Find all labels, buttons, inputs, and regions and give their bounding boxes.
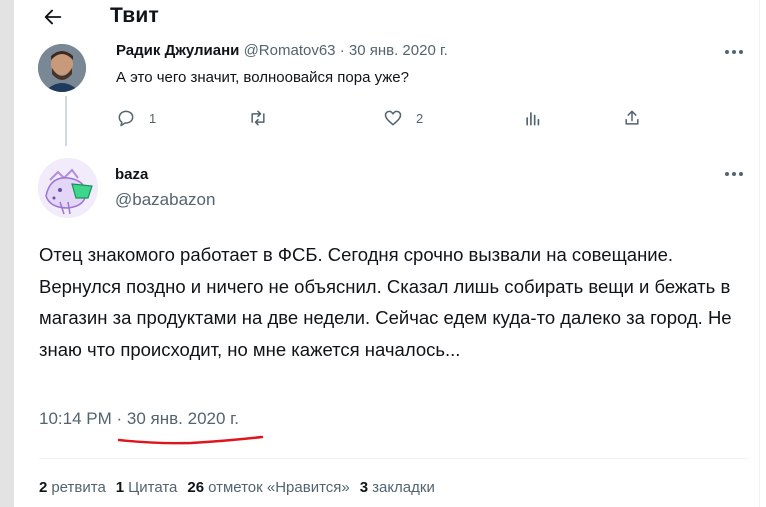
parent-tweet-date[interactable]: 30 янв. 2020 г. bbox=[349, 42, 448, 59]
like-count: 2 bbox=[416, 110, 424, 126]
bar-chart-icon bbox=[526, 112, 540, 126]
retweet-button[interactable] bbox=[248, 106, 281, 130]
stat-count: 2 bbox=[39, 479, 48, 496]
main-tweet-text: Отец знакомого работает в ФСБ. Сегодня с… bbox=[39, 244, 732, 360]
stat-label: отметок «Нравится» bbox=[208, 479, 350, 496]
page-header: Твит bbox=[14, 0, 759, 40]
red-underline-annotation bbox=[117, 435, 264, 445]
stat-bookmarks[interactable]: 3 закладки bbox=[360, 479, 435, 496]
stat-label: ретвита bbox=[51, 479, 106, 496]
views-button[interactable] bbox=[523, 106, 556, 130]
retweet-icon bbox=[251, 110, 265, 126]
tweet-time[interactable]: 10:14 PM bbox=[39, 409, 112, 428]
stat-label: Цитата bbox=[128, 479, 178, 496]
like-button[interactable]: 2 bbox=[383, 106, 423, 130]
tweet-date[interactable]: 30 янв. 2020 г. bbox=[127, 409, 239, 428]
stat-count: 26 bbox=[187, 479, 205, 496]
reply-button[interactable]: 1 bbox=[116, 106, 156, 130]
column-border bbox=[759, 0, 760, 507]
stats-divider bbox=[39, 458, 748, 459]
heart-icon bbox=[384, 110, 402, 126]
stat-retweets[interactable]: 2 ретвита bbox=[39, 479, 106, 496]
stat-count: 1 bbox=[115, 479, 125, 496]
parent-avatar[interactable] bbox=[38, 44, 86, 92]
stat-count: 3 bbox=[359, 479, 369, 496]
more-dots-icon bbox=[725, 50, 743, 54]
parent-more-button[interactable] bbox=[722, 42, 746, 62]
meta-separator: · bbox=[116, 409, 123, 428]
main-avatar[interactable] bbox=[38, 158, 98, 218]
left-rail bbox=[0, 0, 14, 507]
thread-connector-line bbox=[65, 96, 67, 146]
meta-separator: · bbox=[339, 42, 345, 59]
stat-likes[interactable]: 26 отметок «Нравится» bbox=[187, 479, 349, 496]
parent-tweet-text: А это чего значит, волноовайся пора уже? bbox=[116, 69, 409, 86]
main-author-handle[interactable]: @bazabazon bbox=[115, 190, 215, 210]
parent-tweet-meta: Радик Джулиани @Romatov63 · 30 янв. 2020… bbox=[116, 42, 448, 59]
main-author-name[interactable]: baza bbox=[115, 166, 148, 183]
back-button[interactable] bbox=[40, 4, 66, 30]
stat-label: закладки bbox=[372, 479, 435, 496]
stat-quotes[interactable]: 1 Цитата bbox=[116, 479, 178, 496]
parent-author-handle[interactable]: @Romatov63 bbox=[244, 42, 336, 59]
tweet-stats: 2 ретвита 1 Цитата 26 отметок «Нравится» 3з… bbox=[39, 479, 445, 496]
share-icon bbox=[625, 110, 639, 125]
arrow-left-icon bbox=[44, 9, 62, 25]
share-button[interactable] bbox=[622, 106, 642, 130]
tweet-timestamp: 10:14 PM · 30 янв. 2020 г. bbox=[39, 409, 239, 429]
main-more-button[interactable] bbox=[722, 164, 746, 184]
page-title: Твит bbox=[110, 4, 159, 27]
reply-icon bbox=[118, 110, 134, 127]
reply-count: 1 bbox=[149, 110, 157, 126]
parent-author-name[interactable]: Радик Джулиани bbox=[116, 42, 239, 59]
more-dots-icon bbox=[725, 172, 743, 176]
